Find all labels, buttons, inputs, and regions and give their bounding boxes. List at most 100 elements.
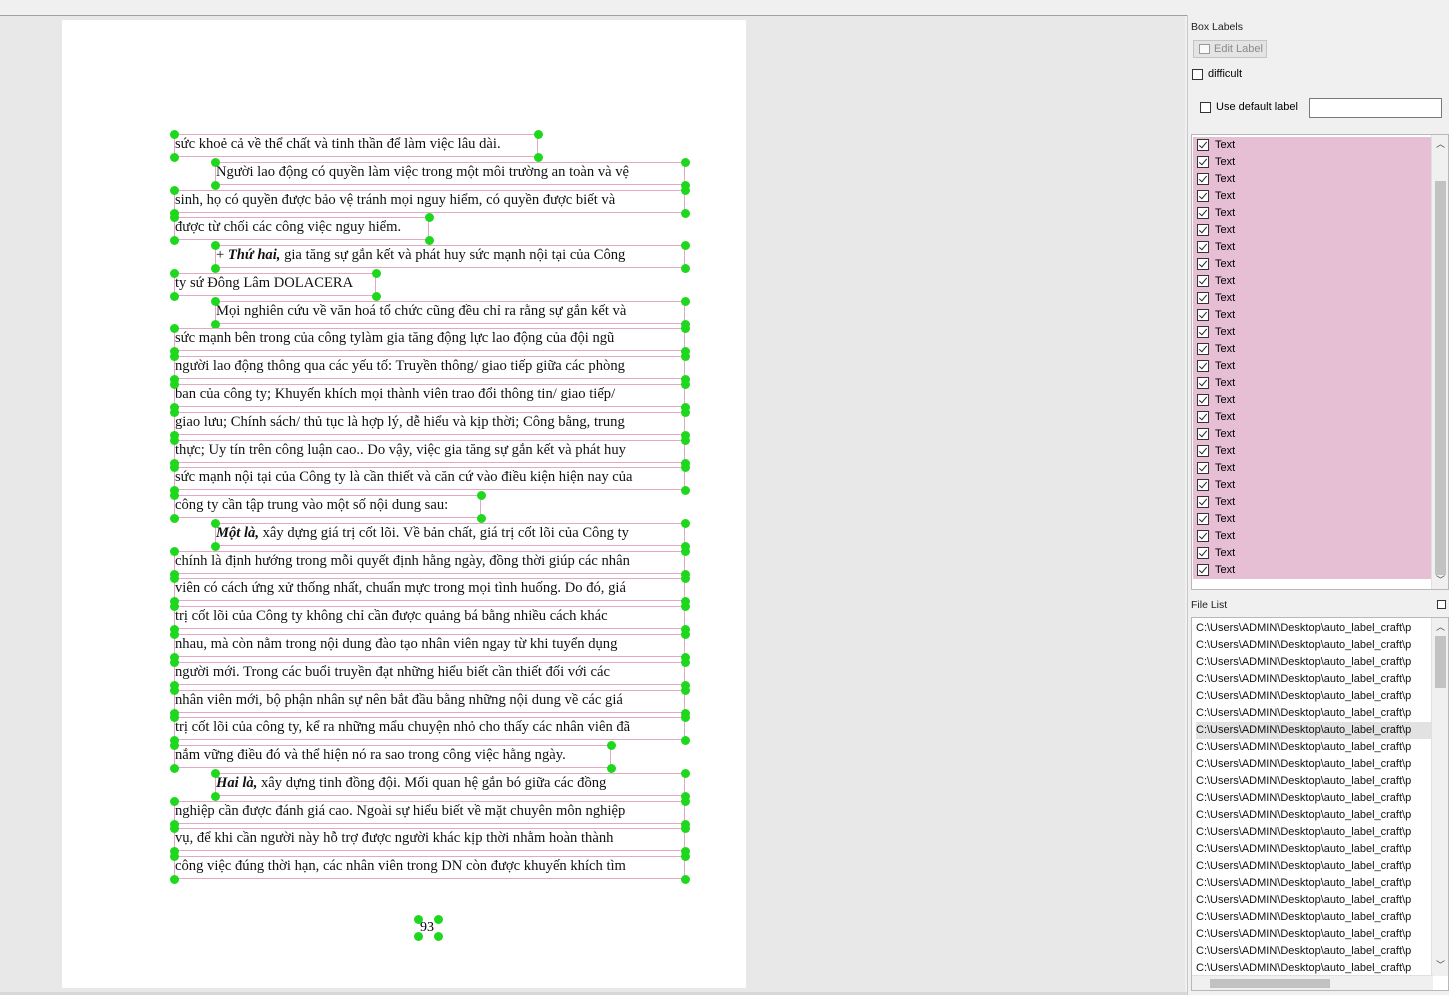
text-bounding-box[interactable] <box>174 273 376 296</box>
file-list-item[interactable]: C:\Users\ADMIN\Desktop\auto_label_craft\… <box>1196 875 1432 892</box>
label-list-item[interactable]: Text <box>1193 562 1431 579</box>
box-vertex-handle[interactable] <box>534 153 543 162</box>
text-bounding-box[interactable] <box>174 606 685 629</box>
scroll-down-icon[interactable]: ﹀ <box>1436 960 1445 970</box>
box-vertex-handle[interactable] <box>170 602 179 611</box>
box-vertex-handle[interactable] <box>681 436 690 445</box>
file-list-item[interactable]: C:\Users\ADMIN\Desktop\auto_label_craft\… <box>1196 824 1432 841</box>
label-visible-checkbox[interactable] <box>1197 445 1209 457</box>
label-list-item[interactable]: Text <box>1193 528 1431 545</box>
text-bounding-box[interactable] <box>174 745 611 768</box>
box-vertex-handle[interactable] <box>372 292 381 301</box>
box-vertex-handle[interactable] <box>414 932 423 941</box>
label-visible-checkbox[interactable] <box>1197 513 1209 525</box>
box-vertex-handle[interactable] <box>681 324 690 333</box>
label-visible-checkbox[interactable] <box>1197 530 1209 542</box>
box-vertex-handle[interactable] <box>170 292 179 301</box>
box-vertex-handle[interactable] <box>211 181 220 190</box>
scroll-down-icon[interactable]: ﹀ <box>1436 575 1445 585</box>
label-visible-checkbox[interactable] <box>1197 292 1209 304</box>
box-vertex-handle[interactable] <box>170 658 179 667</box>
undock-icon[interactable] <box>1437 600 1446 609</box>
box-vertex-handle[interactable] <box>681 380 690 389</box>
label-list-item[interactable]: Text <box>1193 256 1431 273</box>
box-vertex-handle[interactable] <box>681 352 690 361</box>
box-vertex-handle[interactable] <box>211 519 220 528</box>
text-bounding-box[interactable] <box>215 773 685 796</box>
file-list-item[interactable]: C:\Users\ADMIN\Desktop\auto_label_craft\… <box>1196 671 1432 688</box>
box-vertex-handle[interactable] <box>372 269 381 278</box>
text-bounding-box[interactable] <box>215 245 685 268</box>
label-list-item[interactable]: Text <box>1193 392 1431 409</box>
text-bounding-box[interactable] <box>174 578 685 601</box>
box-vertex-handle[interactable] <box>681 602 690 611</box>
label-visible-checkbox[interactable] <box>1197 275 1209 287</box>
box-vertex-handle[interactable] <box>681 486 690 495</box>
file-list-item[interactable]: C:\Users\ADMIN\Desktop\auto_label_craft\… <box>1196 909 1432 926</box>
text-bounding-box[interactable] <box>174 134 538 157</box>
box-vertex-handle[interactable] <box>477 514 486 523</box>
box-vertex-handle[interactable] <box>170 153 179 162</box>
file-list-item[interactable]: C:\Users\ADMIN\Desktop\auto_label_craft\… <box>1196 773 1432 790</box>
box-vertex-handle[interactable] <box>425 236 434 245</box>
box-vertex-handle[interactable] <box>211 264 220 273</box>
text-bounding-box[interactable] <box>174 467 685 490</box>
text-bounding-box[interactable] <box>174 412 685 435</box>
box-vertex-handle[interactable] <box>170 547 179 556</box>
text-bounding-box[interactable] <box>174 495 481 518</box>
box-vertex-handle[interactable] <box>681 463 690 472</box>
scroll-up-icon[interactable]: ︿ <box>1436 622 1445 632</box>
file-list-item[interactable]: C:\Users\ADMIN\Desktop\auto_label_craft\… <box>1196 841 1432 858</box>
box-vertex-handle[interactable] <box>170 797 179 806</box>
file-list-item[interactable]: C:\Users\ADMIN\Desktop\auto_label_craft\… <box>1196 637 1432 654</box>
box-vertex-handle[interactable] <box>681 264 690 273</box>
text-bounding-box[interactable] <box>215 301 685 324</box>
box-vertex-handle[interactable] <box>414 915 423 924</box>
label-list-scroll-thumb[interactable] <box>1435 181 1446 575</box>
box-vertex-handle[interactable] <box>170 630 179 639</box>
label-visible-checkbox[interactable] <box>1197 564 1209 576</box>
file-list-item[interactable]: C:\Users\ADMIN\Desktop\auto_label_craft\… <box>1196 620 1432 637</box>
label-visible-checkbox[interactable] <box>1197 479 1209 491</box>
file-list-hscroll-thumb[interactable] <box>1210 979 1330 988</box>
text-bounding-box[interactable] <box>174 828 685 851</box>
file-list-item[interactable]: C:\Users\ADMIN\Desktop\auto_label_craft\… <box>1196 807 1432 824</box>
label-visible-checkbox[interactable] <box>1197 394 1209 406</box>
box-vertex-handle[interactable] <box>170 436 179 445</box>
box-vertex-handle[interactable] <box>211 241 220 250</box>
label-visible-checkbox[interactable] <box>1197 360 1209 372</box>
box-vertex-handle[interactable] <box>681 713 690 722</box>
box-vertex-handle[interactable] <box>681 158 690 167</box>
label-list[interactable]: Text Text Text Text Text Text Text Text Text Text… <box>1191 134 1449 590</box>
text-bounding-box[interactable] <box>215 523 685 546</box>
box-vertex-handle[interactable] <box>211 769 220 778</box>
text-bounding-box[interactable] <box>174 801 685 824</box>
box-vertex-handle[interactable] <box>681 824 690 833</box>
box-vertex-handle[interactable] <box>681 408 690 417</box>
image-canvas[interactable]: sức khoẻ cả về thể chất và tinh thần để … <box>0 16 1185 992</box>
label-visible-checkbox[interactable] <box>1197 377 1209 389</box>
file-list-scroll-thumb[interactable] <box>1435 636 1446 688</box>
label-visible-checkbox[interactable] <box>1197 241 1209 253</box>
box-vertex-handle[interactable] <box>170 764 179 773</box>
box-vertex-handle[interactable] <box>607 764 616 773</box>
text-bounding-box[interactable] <box>174 690 685 713</box>
text-bounding-box[interactable] <box>174 217 429 240</box>
label-list-item[interactable]: Text <box>1193 273 1431 290</box>
file-list-horizontal-scrollbar[interactable] <box>1192 975 1433 990</box>
box-vertex-handle[interactable] <box>170 574 179 583</box>
box-vertex-handle[interactable] <box>681 547 690 556</box>
box-vertex-handle[interactable] <box>434 932 443 941</box>
box-vertex-handle[interactable] <box>681 686 690 695</box>
text-bounding-box[interactable] <box>174 856 685 879</box>
label-list-item[interactable]: Text <box>1193 205 1431 222</box>
box-vertex-handle[interactable] <box>425 213 434 222</box>
box-vertex-handle[interactable] <box>681 630 690 639</box>
file-list-item[interactable]: C:\Users\ADMIN\Desktop\auto_label_craft\… <box>1196 943 1432 960</box>
text-bounding-box[interactable] <box>174 440 685 463</box>
label-list-item[interactable]: Text <box>1193 375 1431 392</box>
box-vertex-handle[interactable] <box>170 186 179 195</box>
label-visible-checkbox[interactable] <box>1197 207 1209 219</box>
box-vertex-handle[interactable] <box>211 158 220 167</box>
edit-label-button[interactable]: Edit Label <box>1193 40 1267 58</box>
